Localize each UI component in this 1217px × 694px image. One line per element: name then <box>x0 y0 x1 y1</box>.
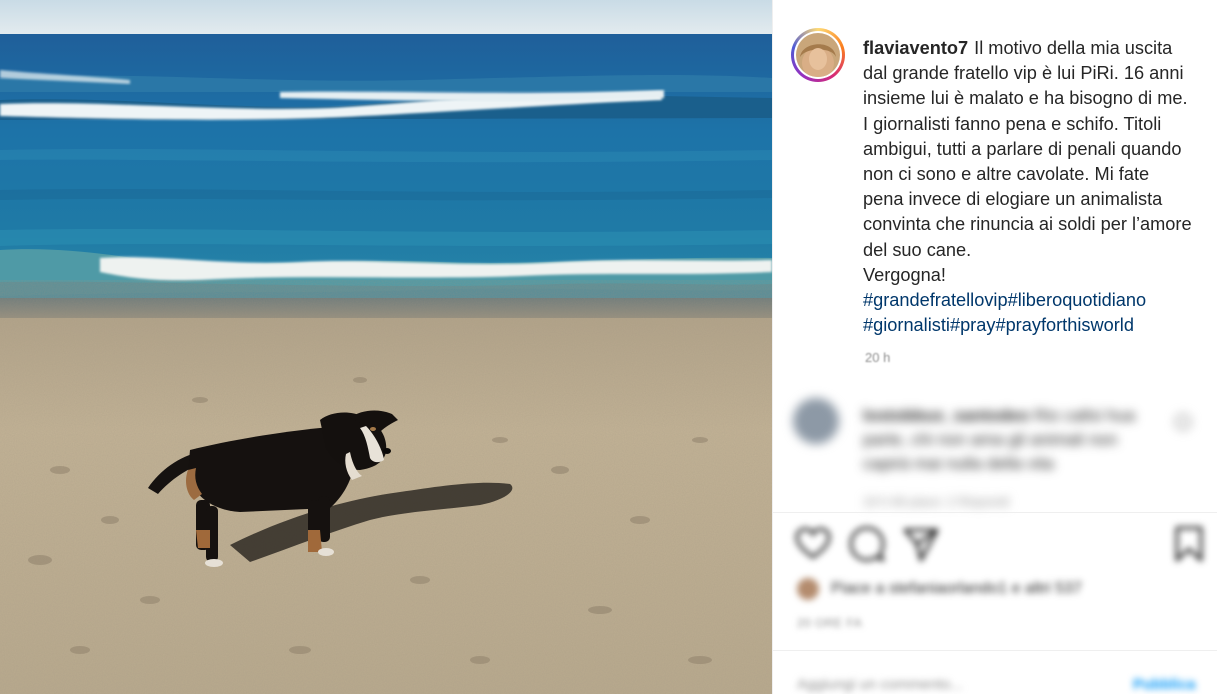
comment-avatar[interactable] <box>793 398 839 444</box>
post-time[interactable]: 20 h <box>865 350 890 365</box>
beach-dog-image <box>0 0 772 694</box>
post-photo[interactable] <box>0 0 772 694</box>
caption-line: dal grande fratello vip è lui PiRi. 16 <box>863 63 1145 84</box>
hashtag-link[interactable]: #pray <box>950 315 996 335</box>
post-comment-button[interactable]: Pubblica <box>1133 676 1196 693</box>
paper-plane-icon[interactable] <box>901 524 941 564</box>
hashtag-link[interactable]: #grandefratellovip <box>863 290 1008 310</box>
bookmark-icon[interactable] <box>1169 524 1209 564</box>
post-sidebar: flaviavento7 Il motivo della mia uscita d… <box>772 0 1217 694</box>
caption-row: flaviavento7 Il motivo della mia uscita d… <box>791 28 1201 338</box>
divider <box>773 650 1217 651</box>
comment-body: lostobbus_santodeo Rio callsi hua parte,… <box>863 404 1163 476</box>
post-date: 20 ORE FA <box>797 616 863 630</box>
liker-avatar <box>797 578 819 600</box>
comment-like-icon[interactable] <box>1175 414 1191 430</box>
hashtag-link[interactable]: #liberoquotidiano <box>1008 290 1147 310</box>
comment-meta[interactable]: 19 h Mi piace: 2 Rispondi <box>863 494 1009 509</box>
story-ring[interactable] <box>791 28 845 82</box>
hashtag-link[interactable]: #prayforthisworld <box>995 315 1133 335</box>
comment-username[interactable]: lostobbus_santodeo <box>863 406 1029 425</box>
caption-line: Il motivo della mia uscita <box>974 38 1173 58</box>
avatar[interactable] <box>796 33 840 77</box>
likes-summary[interactable]: Piace a stefaniaorlando1 e altri 537 <box>797 578 1082 600</box>
comment-bubble-icon[interactable] <box>847 524 887 564</box>
hashtag-link[interactable]: #giornalisti <box>863 315 950 335</box>
divider <box>773 512 1217 513</box>
caption-username[interactable]: flaviavento7 <box>863 38 968 58</box>
caption-line: Vergogna! <box>863 264 946 285</box>
likes-text: Piace a stefaniaorlando1 e altri 537 <box>831 580 1082 597</box>
heart-icon[interactable] <box>793 524 833 564</box>
hashtags: #grandefratellovip#liberoquotidiano #gior… <box>863 290 1146 335</box>
add-comment-input[interactable]: Aggiungi un commento... <box>797 676 963 693</box>
action-bar <box>793 522 1203 566</box>
post-caption: flaviavento7 Il motivo della mia uscita d… <box>863 36 1193 338</box>
